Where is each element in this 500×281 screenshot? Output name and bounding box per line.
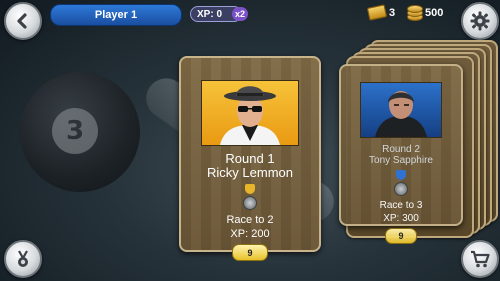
opponent-portrait-image [375,91,427,137]
nine-ball-badge: 9 [232,244,268,261]
back-arrow-icon [17,13,27,29]
rank-badges [341,170,461,196]
race-to-label: Race to 3 [379,200,423,211]
rank-badges [181,184,319,210]
opponent-portrait-image [220,86,280,145]
xp-reward-label: XP: 300 [383,213,419,224]
xp-text: XP: 0 [197,8,223,20]
coins-counter: 500 [406,5,444,21]
race-to-label: Race to 2 [226,214,274,226]
player-label: Player 1 [94,9,138,21]
cart-icon [471,250,490,268]
coins-icon [406,5,423,21]
rank-coin-icon [243,196,257,210]
opponent-portrait [201,80,299,146]
opponent-card-round-1[interactable]: Round 1 Ricky Lemmon Race to 2 XP: 200 9 [179,56,321,261]
opponent-portrait [360,82,442,138]
background-ball-number: 3 [52,108,98,154]
coins-value: 500 [425,7,444,19]
gear-icon [470,11,490,31]
rank-shield-icon [245,184,255,194]
opponent-card-round-2[interactable]: Round 2 Tony Sapphire Race to 3 XP: 300 … [339,64,463,244]
achievements-button[interactable] [4,240,42,278]
xp-reward-label: XP: 200 [230,228,270,240]
nine-ball-badge: 9 [385,228,417,244]
opponent-name: Tony Sapphire [369,155,433,166]
ball-number: 9 [398,231,404,241]
player-name-pill: Player 1 [50,4,182,26]
settings-button[interactable] [461,2,499,40]
round-label: Round 1 [225,151,275,166]
tickets-counter: 3 [366,4,396,21]
rank-coin-icon [394,182,408,196]
xp-multiplier-badge: x2 [232,7,248,21]
opponent-name: Ricky Lemmon [207,165,293,180]
tickets-value: 3 [389,6,396,19]
ticket-icon [366,4,388,21]
ball-number: 9 [247,247,253,258]
rank-shield-icon [396,170,406,180]
shop-button[interactable] [461,240,499,278]
medal-icon [18,250,28,267]
round-label: Round 2 [382,144,420,155]
back-button[interactable] [4,2,42,40]
